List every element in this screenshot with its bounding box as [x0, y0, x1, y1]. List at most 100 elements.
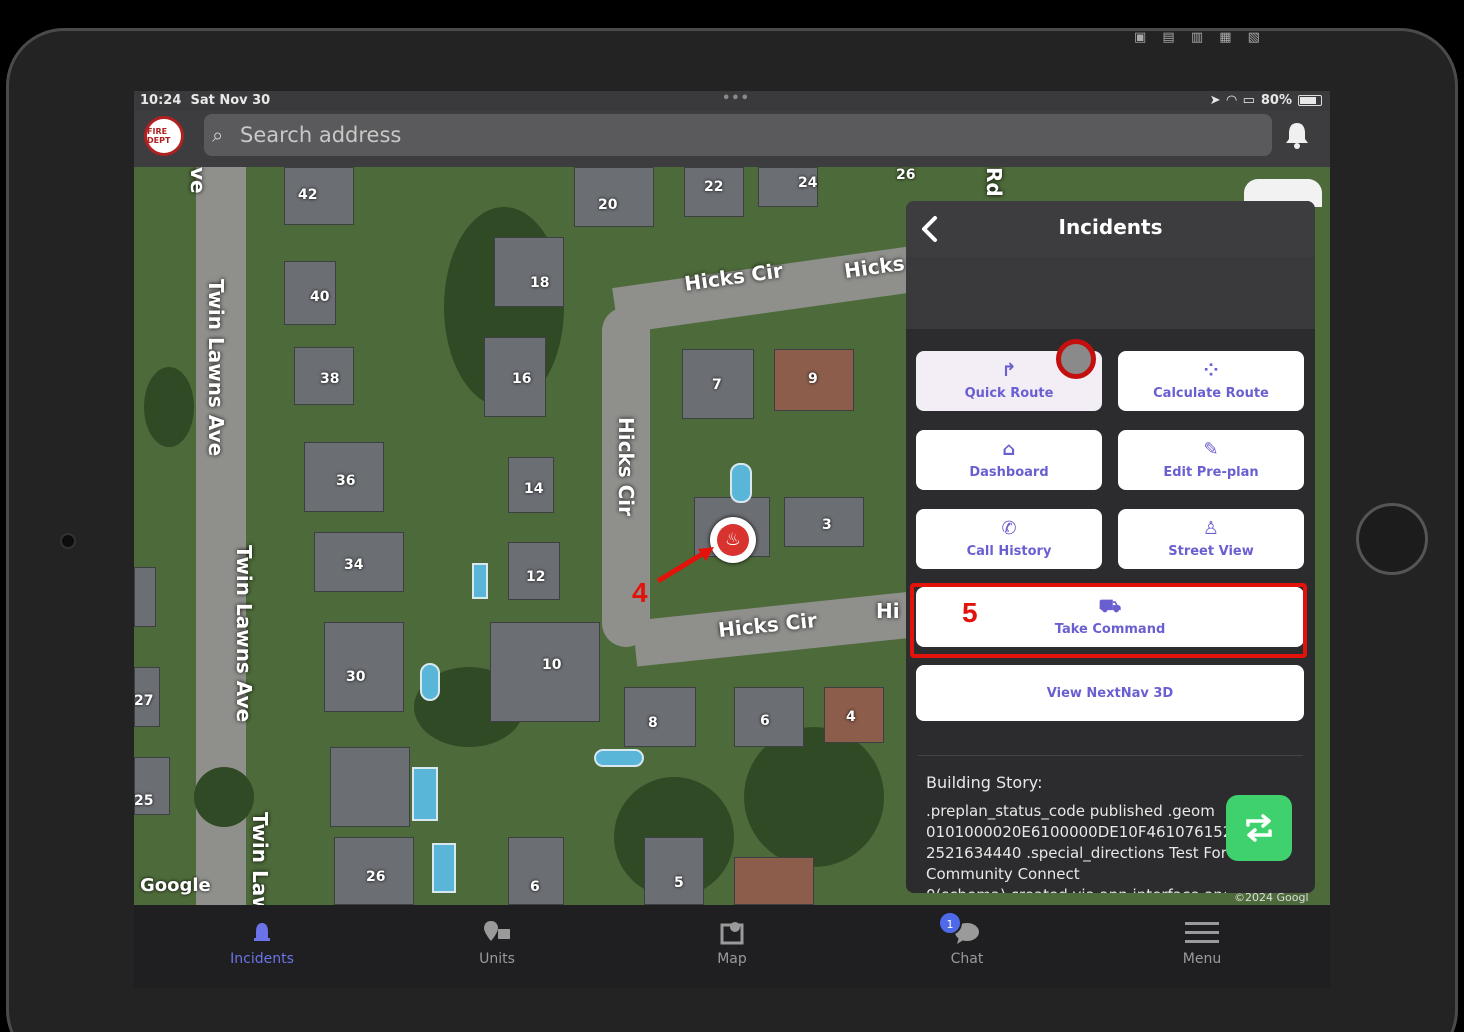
- calculate-route-label: Calculate Route: [1153, 385, 1269, 401]
- pool: [730, 463, 752, 503]
- quick-route-label: Quick Route: [964, 385, 1054, 401]
- battery-icon: [1298, 95, 1322, 106]
- battery-percent: 80%: [1260, 93, 1292, 108]
- street-label: Hi: [876, 599, 900, 623]
- house-number: 42: [298, 187, 318, 203]
- home-icon: ⌂: [1002, 438, 1016, 460]
- house-number: 18: [530, 275, 550, 291]
- house-number: 5: [674, 875, 684, 891]
- swap-fab-button[interactable]: [1226, 795, 1292, 861]
- panel-header: Incidents: [906, 201, 1315, 257]
- tab-units[interactable]: Units: [427, 917, 567, 967]
- tab-units-label: Units: [479, 951, 515, 967]
- chat-unread-badge: 1: [938, 911, 962, 935]
- building-story-label: Building Story:: [926, 773, 1043, 792]
- dashboard-label: Dashboard: [969, 464, 1049, 480]
- street-label: Hicks Cir: [614, 417, 638, 517]
- chat-icon: [897, 917, 1037, 947]
- hamburger-menu-icon: [1132, 917, 1272, 947]
- street-view-button[interactable]: ♙ Street View: [1118, 509, 1304, 569]
- fire-icon: ♨: [717, 524, 749, 556]
- google-logo: Google: [140, 875, 211, 896]
- tab-incidents-label: Incidents: [230, 951, 294, 967]
- panel-title: Incidents: [1058, 215, 1163, 239]
- tree-cluster: [744, 727, 884, 867]
- tab-menu-label: Menu: [1182, 951, 1222, 967]
- location-icon: ➤: [1209, 93, 1221, 108]
- annotation-step-5: 5: [962, 597, 978, 628]
- house-number: 27: [134, 693, 154, 709]
- edit-map-icon: ✎: [1203, 438, 1219, 460]
- tab-chat[interactable]: Chat: [897, 917, 1037, 967]
- house-number: 26: [366, 869, 386, 885]
- house: [644, 837, 704, 905]
- search-placeholder: Search address: [240, 123, 402, 147]
- screen-mirror-icon: ▭: [1242, 93, 1255, 108]
- house-number: 3: [822, 517, 832, 533]
- home-button[interactable]: [1356, 503, 1428, 575]
- pool: [412, 767, 438, 821]
- pool: [472, 563, 488, 599]
- house-number: 16: [512, 371, 532, 387]
- building-story-text: .preplan_status_code published .geom 010…: [926, 801, 1226, 893]
- house-number: 40: [310, 289, 330, 305]
- search-input[interactable]: ⌕ Search address: [204, 114, 1272, 156]
- house-number: 26: [896, 167, 916, 183]
- street-label: Rd: [982, 167, 1006, 197]
- house-number: 14: [524, 481, 544, 497]
- swap-arrows-icon: [1246, 814, 1272, 842]
- turn-right-icon: ↱: [1001, 359, 1017, 381]
- street-view-label: Street View: [1168, 543, 1254, 559]
- multitask-dots-icon[interactable]: •••: [722, 91, 750, 106]
- status-right: ➤ ◠ ▭ 80%: [1210, 93, 1322, 108]
- dashboard-button[interactable]: ⌂ Dashboard: [916, 430, 1102, 490]
- incidents-panel: Incidents ↱ Quick Route ⁘ Calculate Rout…: [906, 201, 1315, 893]
- recording-toolbar-icons: ▣ ▤ ▥ ▦ ▧: [1134, 30, 1266, 45]
- edit-preplan-label: Edit Pre-plan: [1163, 464, 1259, 480]
- battery-fill: [1300, 97, 1316, 104]
- house-number: 22: [704, 179, 724, 195]
- edit-preplan-button[interactable]: ✎ Edit Pre-plan: [1118, 430, 1304, 490]
- house-number: 38: [320, 371, 340, 387]
- house: [324, 622, 404, 712]
- status-time: 10:24 Sat Nov 30: [140, 93, 271, 108]
- tab-map-label: Map: [717, 951, 747, 967]
- house-number: 7: [712, 377, 722, 393]
- app-screen: 10:24 Sat Nov 30 ••• ➤ ◠ ▭ 80% FIRE DEPT…: [134, 91, 1330, 988]
- house-number: 6: [530, 879, 540, 895]
- story-line: .preplan_status_code published .geom: [926, 802, 1215, 820]
- fire-dept-logo[interactable]: FIRE DEPT: [144, 116, 184, 156]
- house-number: 36: [336, 473, 356, 489]
- house-number: 25: [134, 793, 154, 809]
- view-nextnav-button[interactable]: View NextNav 3D: [916, 665, 1304, 721]
- tab-incidents[interactable]: Incidents: [192, 917, 332, 967]
- house: [134, 567, 156, 627]
- calculate-route-button[interactable]: ⁘ Calculate Route: [1118, 351, 1304, 411]
- house: [494, 237, 564, 307]
- annotation-arrow-icon: [656, 547, 714, 584]
- story-line: Community Connect: [926, 865, 1080, 883]
- status-bar: 10:24 Sat Nov 30 ••• ➤ ◠ ▭ 80%: [134, 91, 1330, 111]
- view-nextnav-label: View NextNav 3D: [1046, 685, 1174, 701]
- alarm-bell-icon: [192, 917, 332, 947]
- bottom-tab-bar: Incidents Units Map Chat 1 Menu: [134, 905, 1330, 988]
- tab-chat-label: Chat: [950, 951, 984, 967]
- house-number: 34: [344, 557, 364, 573]
- house-number: 8: [648, 715, 658, 731]
- tree-cluster: [144, 367, 194, 447]
- call-history-button[interactable]: ✆ Call History: [916, 509, 1102, 569]
- pool: [594, 749, 644, 767]
- tab-menu[interactable]: Menu: [1132, 917, 1272, 967]
- touch-indicator: [1056, 339, 1096, 379]
- bell-icon[interactable]: [1284, 121, 1310, 149]
- house: [624, 687, 696, 747]
- call-history-label: Call History: [966, 543, 1052, 559]
- tab-map[interactable]: Map: [662, 917, 802, 967]
- house-number: 12: [526, 569, 546, 585]
- story-line: 2521634440 .special_directions Test For: [926, 844, 1226, 862]
- house-number: 4: [846, 709, 856, 725]
- house-number: 6: [760, 713, 770, 729]
- annotation-step-4: 4: [632, 577, 648, 608]
- map-icon: [662, 917, 802, 947]
- units-pin-icon: [427, 917, 567, 947]
